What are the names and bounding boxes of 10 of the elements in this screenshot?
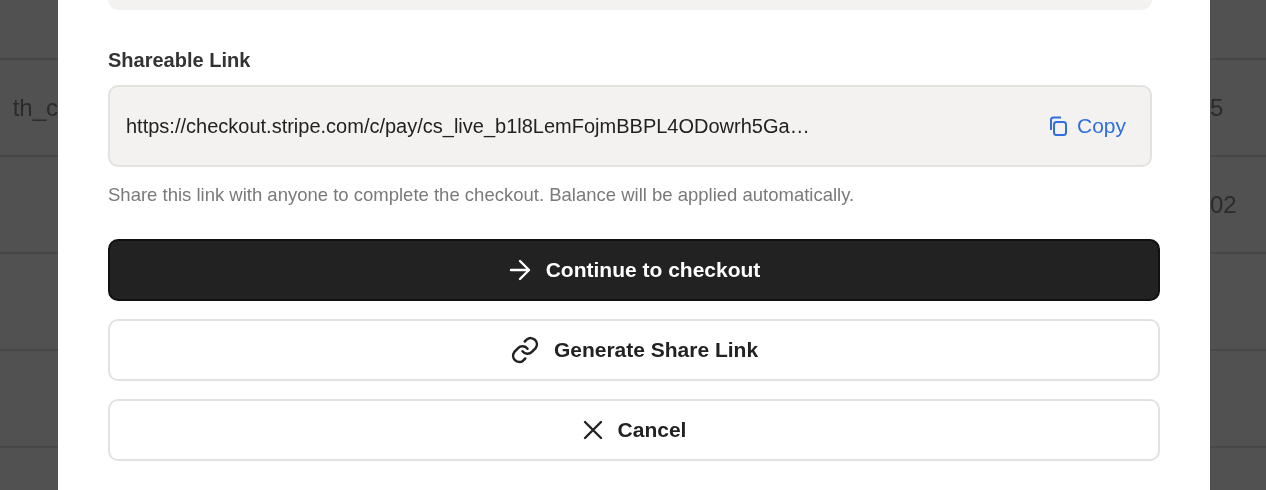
copy-button[interactable]: Copy xyxy=(1038,110,1134,142)
share-link-button[interactable]: Generate Share Link xyxy=(108,318,1160,381)
cancel-button[interactable]: Cancel xyxy=(108,398,1160,461)
hint-text: Share this link with anyone to complete the checkout. Balance will be applied automatically. xyxy=(108,183,856,207)
close-icon xyxy=(581,418,604,441)
arrow-icon xyxy=(507,258,532,281)
link-icon xyxy=(509,334,540,365)
link-url: https://checkout.stripe.com/c/pay/cs_live_b1l8LemFojmBBPL4ODowrh5Ga… xyxy=(126,114,811,140)
section-label: Shareable Link xyxy=(108,48,252,73)
continue-button[interactable]: Continue to checkout xyxy=(108,238,1160,301)
